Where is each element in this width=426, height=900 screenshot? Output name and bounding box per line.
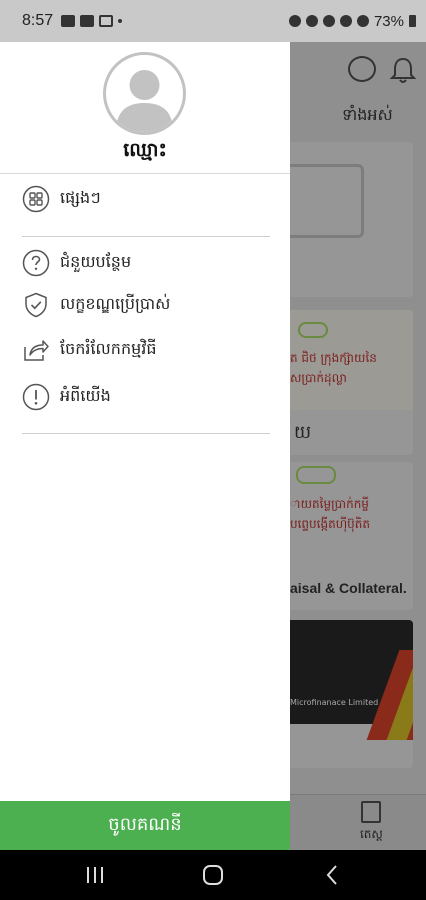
checklist-icon bbox=[361, 801, 382, 823]
image-placeholder-icon bbox=[290, 164, 364, 238]
background-filter-title: ទាំងអស់ bbox=[342, 105, 393, 124]
grid-icon bbox=[22, 185, 50, 213]
back-icon[interactable] bbox=[325, 864, 339, 886]
card-title: យ bbox=[294, 422, 312, 443]
mail-icon bbox=[99, 15, 114, 27]
drawer-item-label: លក្ខខណ្ឌប្រើប្រាស់ bbox=[60, 294, 171, 313]
status-bar: 8:57 73% bbox=[0, 0, 426, 42]
chat-icon bbox=[348, 56, 376, 82]
drawer-profile-header: ឈ្មោះ bbox=[0, 42, 290, 174]
drawer-item-label: អំពីយើង bbox=[60, 386, 111, 405]
background-card: Microfinanace Limited bbox=[290, 620, 413, 768]
background-card: ាយតម្លៃប្រាក់កម្ចី បព្ទេបង្កើតហ៊ីប៊ុតិត … bbox=[290, 462, 413, 610]
system-icons: 73% bbox=[288, 12, 416, 30]
card-banner-text: បព្ទេបង្កើតហ៊ីប៊ុតិត bbox=[290, 517, 370, 531]
youtube-icon bbox=[80, 15, 95, 27]
bottom-tab-test: តេស្ត bbox=[360, 801, 383, 844]
card-banner-text: សប្រាក់ដុល្លា bbox=[290, 371, 347, 385]
drawer-divider bbox=[22, 236, 270, 237]
brand-logo bbox=[296, 466, 336, 484]
card-title: aisal & Collateral. bbox=[290, 580, 407, 596]
background-card: ត ជិថ ក្រុងក្ស៊ាយនៃ សប្រាក់ដុល្លា យ bbox=[290, 310, 413, 455]
help-circle-icon bbox=[22, 249, 50, 277]
background-header-icons bbox=[348, 56, 416, 84]
battery-percent: 73% bbox=[373, 12, 404, 30]
alarm-icon bbox=[288, 15, 301, 27]
avatar[interactable] bbox=[103, 52, 186, 135]
bottom-tab-label: តេស្ត bbox=[360, 827, 383, 841]
drawer-divider bbox=[22, 433, 270, 434]
recent-apps-icon[interactable] bbox=[85, 864, 105, 886]
drawer-item-help[interactable]: ជំនួយបន្ថែម bbox=[22, 248, 131, 278]
card-banner-text: ាយតម្លៃប្រាក់កម្ចី bbox=[290, 497, 369, 511]
status-time: 8:57 bbox=[22, 12, 54, 29]
profile-name: ឈ្មោះ bbox=[123, 139, 167, 161]
background-bottom-nav: តេស្ត bbox=[290, 794, 426, 850]
drawer-item-label: ចែករំលែកកម្មវិធី bbox=[60, 339, 157, 358]
more-dot-icon bbox=[118, 19, 123, 23]
mute-icon bbox=[305, 15, 318, 27]
shield-check-icon bbox=[25, 292, 47, 318]
gallery-icon bbox=[61, 15, 76, 27]
card-banner-text: Microfinanace Limited bbox=[290, 698, 379, 707]
battery-icon bbox=[409, 15, 416, 27]
drawer-item-label: ជំនួយបន្ថែម bbox=[60, 252, 132, 271]
share-icon bbox=[24, 340, 49, 361]
drawer-item-terms[interactable]: លក្ខខណ្ឌប្រើប្រាស់ bbox=[22, 290, 170, 320]
brand-logo bbox=[298, 322, 328, 338]
drawer-item-others[interactable]: ផ្សេងៗ bbox=[22, 184, 101, 214]
drawer-item-share[interactable]: ចែករំលែកកម្មវិធី bbox=[22, 335, 156, 365]
navigation-drawer: ឈ្មោះ ផ្សេងៗ ជំនួយបន្ថែម លក្ខខណ្ឌប្រើប្រ… bbox=[0, 42, 290, 850]
home-icon[interactable] bbox=[202, 864, 224, 886]
login-button[interactable]: ចូលគណនី bbox=[0, 801, 290, 850]
system-nav-bar bbox=[0, 850, 426, 900]
signal-icon bbox=[356, 15, 369, 27]
background-card bbox=[290, 142, 413, 297]
location-icon bbox=[322, 15, 335, 27]
background-app-scrim[interactable]: ទាំងអស់ ត ជិថ ក្រុងក្ស៊ាយនៃ សប្រាក់ដុល្ល… bbox=[290, 42, 426, 850]
info-icon bbox=[22, 383, 50, 411]
user-silhouette-icon bbox=[116, 70, 173, 132]
drawer-item-about[interactable]: អំពីយើង bbox=[22, 382, 111, 412]
wifi-icon bbox=[339, 15, 352, 27]
drawer-item-label: ផ្សេងៗ bbox=[60, 188, 101, 207]
bell-icon bbox=[390, 57, 416, 83]
card-banner-text: ត ជិថ ក្រុងក្ស៊ាយនៃ bbox=[290, 351, 377, 365]
notification-icons bbox=[61, 15, 123, 27]
